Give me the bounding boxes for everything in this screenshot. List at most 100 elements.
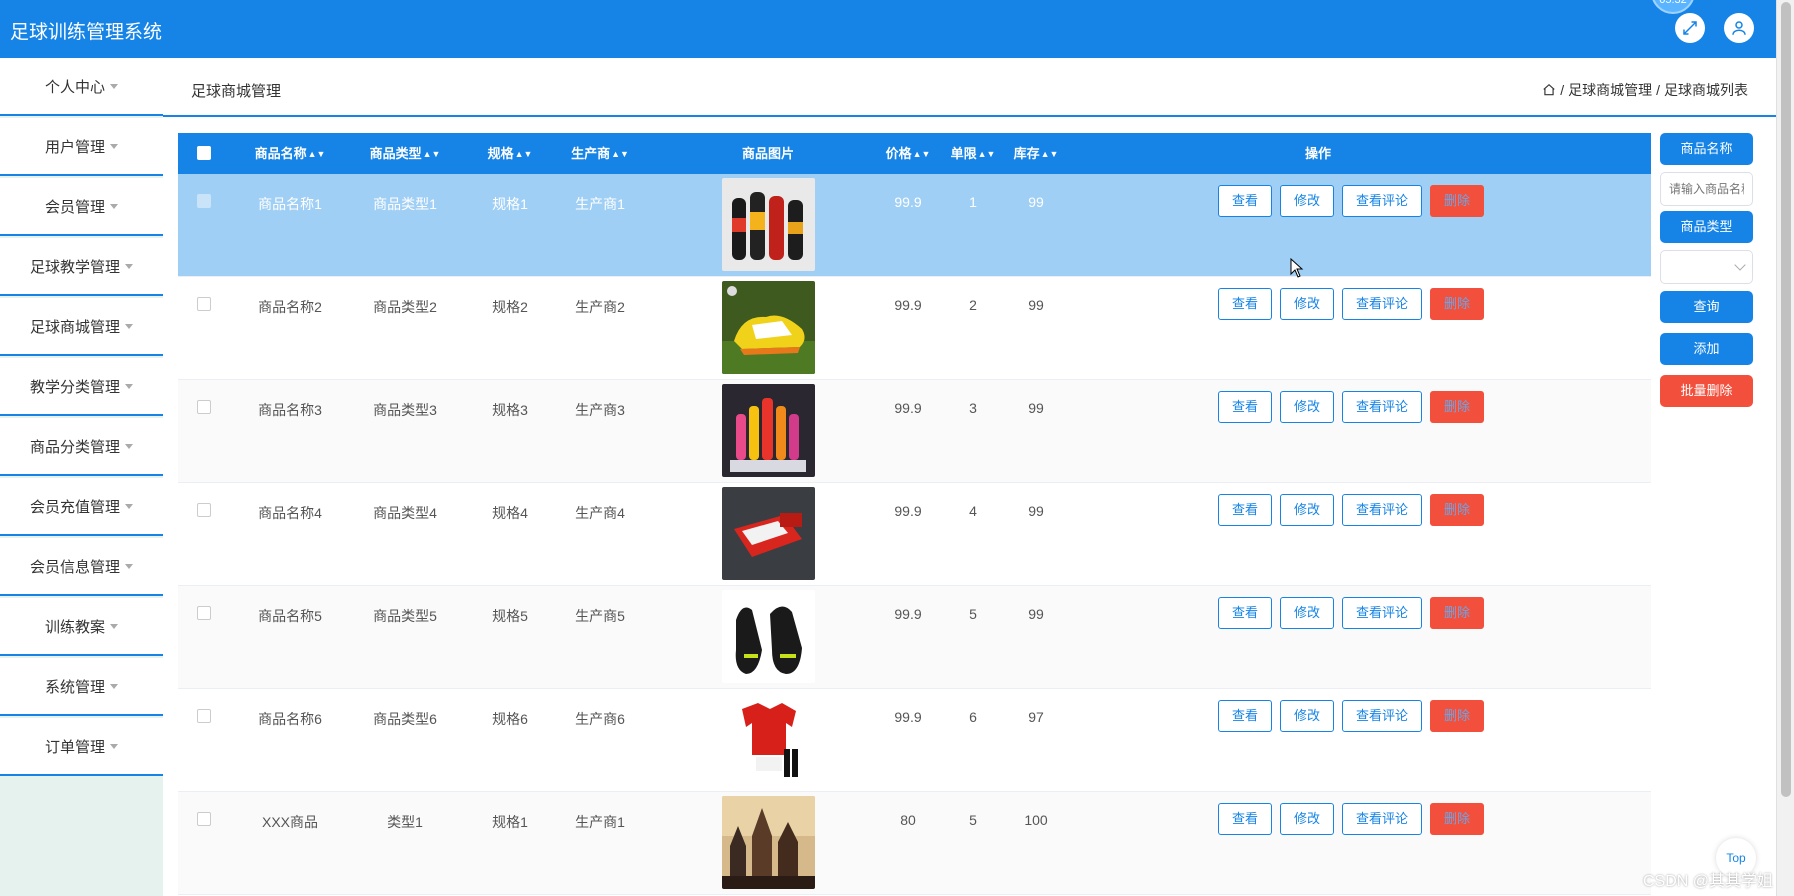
column-header-spec[interactable]: 规格▲▼ [460, 133, 560, 174]
delete-button[interactable]: 删除 [1430, 494, 1485, 526]
delete-button[interactable]: 删除 [1430, 803, 1485, 835]
fullscreen-button[interactable] [1675, 13, 1705, 43]
view-button[interactable]: 查看 [1218, 494, 1273, 526]
energy-drinks-image[interactable] [721, 384, 815, 477]
sidebar-item-label: 会员充值管理 [29, 498, 120, 516]
edit-button[interactable]: 修改 [1280, 288, 1335, 320]
view-comments-button[interactable]: 查看评论 [1342, 391, 1423, 423]
sort-icon[interactable]: ▲▼ [423, 134, 441, 175]
view-comments-button[interactable]: 查看评论 [1342, 494, 1423, 526]
table-row[interactable]: 商品名称6 商品类型6 规格6 生产商6 99.9 6 97 查看 修改 查看评… [178, 689, 1651, 792]
sports-bottles-image[interactable] [721, 178, 815, 271]
cell-type: 商品类型4 [373, 505, 437, 521]
table-row[interactable]: 商品名称5 商品类型5 规格5 生产商5 99.9 5 99 查看 修改 查看评… [178, 586, 1651, 689]
column-header-price[interactable]: 价格▲▼ [878, 133, 938, 174]
row-checkbox[interactable] [197, 606, 211, 620]
view-button[interactable]: 查看 [1218, 185, 1273, 217]
column-header-type[interactable]: 商品类型▲▼ [350, 133, 460, 174]
table-row[interactable]: 商品名称1 商品类型1 规格1 生产商1 99.9 1 99 查看 修改 查看评… [178, 174, 1651, 277]
sidebar-item-teaching-category[interactable]: 教学分类管理 [0, 358, 163, 416]
add-button[interactable]: 添加 [1660, 333, 1753, 365]
anfield-box-image[interactable] [721, 487, 815, 580]
edit-button[interactable]: 修改 [1280, 700, 1335, 732]
sidebar-item-training-plan[interactable]: 训练教案 [0, 598, 163, 656]
row-checkbox[interactable] [197, 709, 211, 723]
cell-stock: 99 [1028, 400, 1044, 416]
column-header-maker[interactable]: 生产商▲▼ [560, 133, 640, 174]
row-checkbox[interactable] [197, 503, 211, 517]
sidebar-item-member-recharge[interactable]: 会员充值管理 [0, 478, 163, 536]
sidebar-item-product-category[interactable]: 商品分类管理 [0, 418, 163, 476]
chevron-down-icon [1734, 259, 1746, 271]
sidebar-item-member-management[interactable]: 会员管理 [0, 178, 163, 236]
sidebar-item-teaching-management[interactable]: 足球教学管理 [0, 238, 163, 296]
scrollbar-thumb[interactable] [1781, 2, 1791, 797]
football-boot-image[interactable] [721, 281, 815, 374]
row-actions: 查看 修改 查看评论 删除 [1218, 700, 1485, 732]
select-all-checkbox[interactable] [197, 146, 211, 160]
edit-button[interactable]: 修改 [1280, 391, 1335, 423]
column-header-limit[interactable]: 单限▲▼ [943, 133, 1003, 174]
expand-arrows-icon [1683, 21, 1697, 35]
delete-button[interactable]: 删除 [1430, 597, 1485, 629]
sidebar-item-member-info[interactable]: 会员信息管理 [0, 538, 163, 596]
sort-icon[interactable]: ▲▼ [1041, 134, 1059, 175]
page-scrollbar[interactable] [1776, 0, 1794, 896]
column-header-stock[interactable]: 库存▲▼ [1006, 133, 1066, 174]
view-comments-button[interactable]: 查看评论 [1342, 288, 1423, 320]
breadcrumb-item-shop-list: 足球商城列表 [1664, 82, 1748, 98]
sort-icon[interactable]: ▲▼ [515, 134, 533, 175]
column-header-label: 商品名称 [254, 146, 307, 161]
sort-icon[interactable]: ▲▼ [308, 134, 326, 175]
home-icon[interactable] [1542, 83, 1556, 97]
edit-button[interactable]: 修改 [1280, 185, 1335, 217]
delete-button[interactable]: 删除 [1430, 391, 1485, 423]
view-button[interactable]: 查看 [1218, 803, 1273, 835]
goalkeeper-gloves-image[interactable] [721, 590, 815, 683]
view-comments-button[interactable]: 查看评论 [1342, 700, 1423, 732]
edit-button[interactable]: 修改 [1280, 597, 1335, 629]
batch-delete-button[interactable]: 批量删除 [1660, 375, 1753, 407]
view-comments-button[interactable]: 查看评论 [1342, 185, 1423, 217]
caret-down-icon [110, 83, 118, 89]
sort-icon[interactable]: ▲▼ [611, 134, 629, 175]
view-comments-button[interactable]: 查看评论 [1342, 597, 1423, 629]
edit-button[interactable]: 修改 [1280, 494, 1335, 526]
row-checkbox[interactable] [197, 812, 211, 826]
sort-icon[interactable]: ▲▼ [913, 134, 931, 175]
sidebar-item-shop-management[interactable]: 足球商城管理 [0, 298, 163, 356]
cell-name: 商品名称5 [258, 608, 322, 624]
view-comments-button[interactable]: 查看评论 [1342, 803, 1423, 835]
product-type-select[interactable] [1660, 250, 1753, 284]
column-header-name[interactable]: 商品名称▲▼ [230, 133, 350, 174]
view-button[interactable]: 查看 [1218, 597, 1273, 629]
sidebar-item-personal-center[interactable]: 个人中心 [0, 58, 163, 116]
city-cathedral-image[interactable] [721, 796, 815, 889]
column-header-label: 生产商 [571, 146, 611, 161]
table-row[interactable]: 商品名称4 商品类型4 规格4 生产商4 99.9 4 99 查看 修改 查看评… [178, 483, 1651, 586]
delete-button[interactable]: 删除 [1430, 185, 1485, 217]
table-row[interactable]: XXX商品 类型1 规格1 生产商1 80 5 100 查看 修改 查看评论 删… [178, 792, 1651, 895]
edit-button[interactable]: 修改 [1280, 803, 1335, 835]
page-title: 足球商城管理 [191, 83, 282, 100]
breadcrumb-item-shop-management[interactable]: 足球商城管理 [1568, 80, 1652, 100]
table-row[interactable]: 商品名称2 商品类型2 规格2 生产商2 99.9 2 99 查看 修改 查看评… [178, 277, 1651, 380]
product-name-input[interactable] [1660, 172, 1753, 206]
user-avatar-button[interactable] [1724, 13, 1754, 43]
delete-button[interactable]: 删除 [1430, 288, 1485, 320]
view-button[interactable]: 查看 [1218, 391, 1273, 423]
query-button[interactable]: 查询 [1660, 291, 1753, 323]
row-checkbox[interactable] [197, 297, 211, 311]
delete-button[interactable]: 删除 [1430, 700, 1485, 732]
view-button[interactable]: 查看 [1218, 288, 1273, 320]
sort-icon[interactable]: ▲▼ [978, 134, 996, 175]
view-button[interactable]: 查看 [1218, 700, 1273, 732]
sidebar-item-system-management[interactable]: 系统管理 [0, 658, 163, 716]
cell-spec: 规格4 [492, 505, 528, 521]
row-checkbox[interactable] [197, 194, 211, 208]
row-checkbox[interactable] [197, 400, 211, 414]
sidebar-item-user-management[interactable]: 用户管理 [0, 118, 163, 176]
table-row[interactable]: 商品名称3 商品类型3 规格3 生产商3 99.9 3 99 查看 修改 查看评… [178, 380, 1651, 483]
red-kit-image[interactable] [721, 693, 815, 786]
sidebar-item-order-management[interactable]: 订单管理 [0, 718, 163, 776]
